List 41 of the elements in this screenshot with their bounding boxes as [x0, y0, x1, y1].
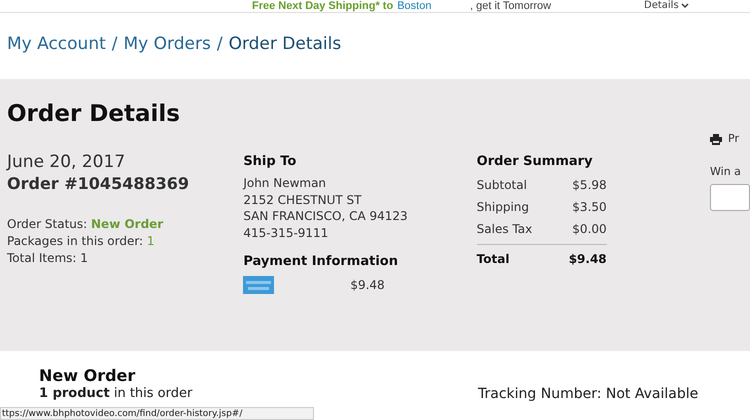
status-url: ttps://www.bhphotovideo.com/find/order-history.jsp#/ — [0, 407, 314, 420]
order-status: Order Status: New Order — [7, 216, 164, 233]
packages-count: Packages in this order: 1 — [7, 233, 156, 250]
payment-heading: Payment Information — [243, 253, 399, 271]
ship-to-heading: Ship To — [243, 153, 298, 171]
summary-label: Sales Tax — [476, 221, 532, 238]
summary-heading: Order Summary — [476, 153, 594, 171]
summary-label: Shipping — [476, 199, 530, 216]
input-field[interactable] — [710, 184, 750, 211]
address-line: SAN FRANCISCO, CA 94123 — [243, 208, 409, 224]
payment-amount: $9.48 — [350, 277, 385, 294]
details-button[interactable]: Details — [644, 0, 689, 12]
address-line: 2152 CHESTNUT ST — [243, 192, 362, 208]
credit-card-icon — [243, 276, 274, 294]
total-label: Total — [476, 251, 510, 268]
breadcrumb-link[interactable]: My Orders — [124, 32, 211, 58]
breadcrumb-separator: / — [112, 33, 118, 56]
chevron-down-icon — [680, 3, 689, 9]
page-title: Order Details — [6, 100, 181, 129]
product-count: 1 product in this order — [39, 386, 194, 402]
printer-icon[interactable] — [710, 134, 722, 145]
print-link[interactable]: Pr — [728, 131, 739, 148]
summary-label: Subtotal — [476, 177, 527, 194]
tracking-number: Tracking Number: Not Available — [478, 385, 698, 404]
address-line: 415-315-9111 — [243, 224, 330, 241]
breadcrumb-separator: / — [216, 33, 223, 56]
delivery-text: , get it Tomorrow — [470, 0, 552, 12]
summary-value: $3.50 — [572, 199, 607, 216]
order-date: June 20, 2017 — [7, 151, 126, 173]
summary-value: $5.98 — [572, 177, 607, 194]
shipping-offer: Free Next Day Shipping* to — [252, 0, 394, 12]
package-title: New Order — [39, 366, 136, 386]
total-items: Total Items: 1 — [7, 250, 89, 267]
city-link[interactable]: Boston — [397, 0, 432, 12]
breadcrumb-link[interactable]: Order Details — [228, 32, 342, 58]
total-value: $9.48 — [568, 251, 607, 268]
order-number: Order #1045488369 — [7, 173, 190, 195]
address-line: John Newman — [243, 175, 328, 192]
summary-value: $0.00 — [572, 221, 607, 238]
win-text: Win a — [710, 164, 742, 180]
breadcrumb-link[interactable]: My Account — [7, 32, 106, 58]
